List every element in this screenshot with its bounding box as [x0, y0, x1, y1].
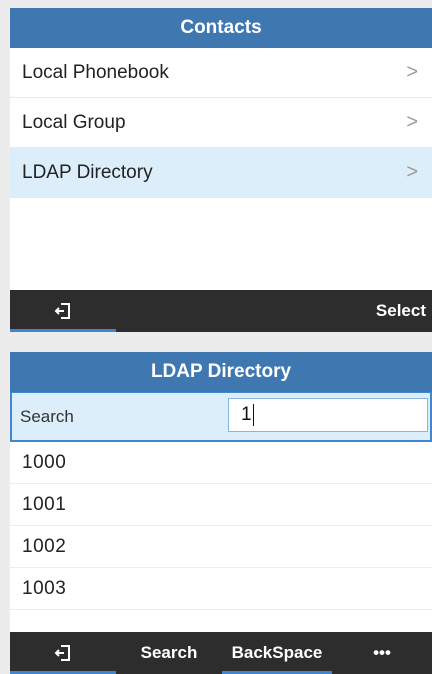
- exit-icon: [54, 303, 70, 319]
- softkey-bar: Search BackSpace •••: [10, 632, 432, 674]
- search-softkey[interactable]: Search: [116, 632, 222, 674]
- menu-item-label: Local Phonebook: [22, 61, 169, 83]
- softkey-bar: Select: [10, 290, 432, 332]
- list-item[interactable]: 1002: [10, 526, 432, 568]
- chevron-right-icon: >: [406, 111, 418, 133]
- search-row[interactable]: Search 1: [10, 392, 432, 442]
- chevron-right-icon: >: [406, 61, 418, 83]
- list-item[interactable]: 1003: [10, 568, 432, 610]
- exit-softkey[interactable]: [10, 290, 116, 332]
- list-item[interactable]: 1000: [10, 442, 432, 484]
- search-label: Search: [20, 406, 74, 426]
- chevron-right-icon: >: [406, 161, 418, 183]
- exit-icon: [54, 645, 70, 661]
- ldap-directory-screen: LDAP Directory Search 1 1000 1001 1002 1…: [10, 352, 432, 674]
- menu-item-ldap-directory[interactable]: LDAP Directory >: [10, 148, 432, 198]
- menu-item-label: Local Group: [22, 111, 126, 133]
- contacts-screen: Contacts Local Phonebook > Local Group >…: [10, 8, 432, 332]
- list-item[interactable]: 1001: [10, 484, 432, 526]
- search-input[interactable]: 1: [228, 398, 428, 432]
- backspace-softkey[interactable]: BackSpace: [222, 632, 332, 674]
- select-softkey[interactable]: Select: [362, 290, 432, 332]
- menu-item-local-group[interactable]: Local Group >: [10, 98, 432, 148]
- page-title: Contacts: [10, 8, 432, 48]
- text-cursor: [252, 404, 254, 426]
- more-softkey[interactable]: •••: [332, 632, 432, 674]
- menu-item-local-phonebook[interactable]: Local Phonebook >: [10, 48, 432, 98]
- menu-item-label: LDAP Directory: [22, 161, 153, 183]
- search-input-value: 1: [241, 404, 252, 425]
- page-title: LDAP Directory: [10, 352, 432, 392]
- exit-softkey[interactable]: [10, 632, 116, 674]
